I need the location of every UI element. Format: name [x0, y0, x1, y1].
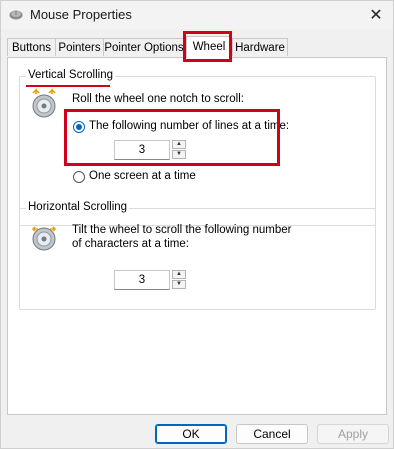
vertical-instruction: Roll the wheel one notch to scroll:	[72, 93, 244, 105]
tab-label: Wheel	[192, 41, 226, 53]
chars-spin-box: 3 ▲ ▼	[114, 270, 188, 290]
radio-lines-at-a-time[interactable]	[73, 121, 85, 133]
highlight-vertical-underline	[26, 85, 110, 87]
tab-pointers[interactable]: Pointers	[55, 38, 104, 56]
chars-spin-up-button[interactable]: ▲	[172, 270, 186, 279]
cancel-button[interactable]: Cancel	[236, 424, 308, 444]
tab-buttons[interactable]: Buttons	[7, 38, 56, 56]
lines-spin-down-button[interactable]: ▼	[172, 150, 186, 159]
close-button[interactable]: ✕	[359, 1, 393, 29]
one-screen-option-label[interactable]: One screen at a time	[89, 170, 196, 182]
ok-button[interactable]: OK	[155, 424, 227, 444]
down-arrow-icon: ▼	[176, 281, 182, 287]
tab-hardware[interactable]: Hardware	[232, 38, 288, 56]
tab-label: Pointers	[58, 42, 101, 54]
mouse-properties-dialog: Mouse Properties ✕ Buttons Pointers Poin…	[0, 0, 394, 449]
lines-value-field[interactable]: 3	[114, 140, 170, 160]
vertical-scrolling-label: Vertical Scrolling	[26, 69, 116, 81]
tab-pointer-options[interactable]: Pointer Options	[103, 38, 185, 56]
down-arrow-icon: ▼	[176, 151, 182, 157]
chars-value-field[interactable]: 3	[114, 270, 170, 290]
horizontal-scrolling-label: Horizontal Scrolling	[26, 201, 130, 213]
tab-label: Hardware	[235, 42, 285, 54]
close-icon: ✕	[369, 7, 383, 24]
lines-option-label[interactable]: The following number of lines at a time:	[89, 120, 289, 132]
apply-button[interactable]: Apply	[317, 424, 389, 444]
horizontal-instruction-line1: Tilt the wheel to scroll the following n…	[72, 224, 292, 236]
title-bar: Mouse Properties ✕	[1, 1, 393, 29]
tab-wheel[interactable]: Wheel	[186, 36, 232, 58]
wheel-tilt-icon	[31, 226, 57, 251]
mouse-icon	[9, 10, 23, 20]
wheel-scroll-icon	[32, 88, 56, 118]
radio-one-screen[interactable]	[73, 171, 85, 183]
tab-label: Pointer Options	[104, 42, 184, 54]
window-title: Mouse Properties	[30, 7, 132, 22]
tab-label: Buttons	[12, 42, 51, 54]
lines-spin-box: 3 ▲ ▼	[114, 140, 188, 160]
up-arrow-icon: ▲	[176, 271, 182, 277]
up-arrow-icon: ▲	[176, 141, 182, 147]
wheel-tab-panel: Vertical Scrolling Roll the wheel one no…	[7, 57, 387, 415]
horizontal-instruction-line2: of characters at a time:	[72, 238, 189, 250]
chars-spin-down-button[interactable]: ▼	[172, 280, 186, 289]
lines-spin-up-button[interactable]: ▲	[172, 140, 186, 149]
